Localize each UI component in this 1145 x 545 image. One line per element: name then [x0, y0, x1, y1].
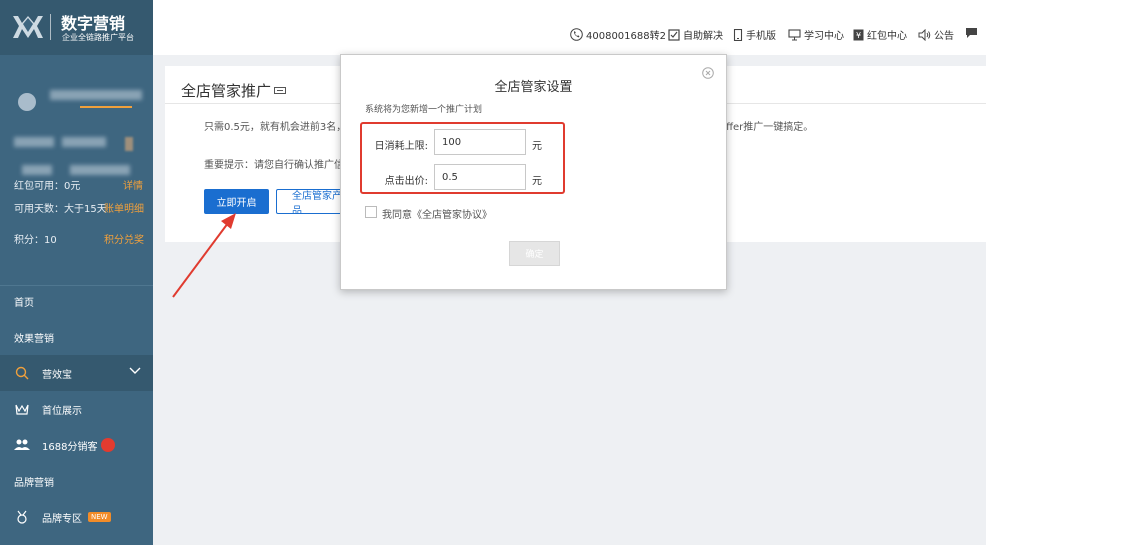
app-root: { "brand": { "title": "数字营销", "subtitle"… — [0, 0, 1145, 545]
sidebar-item-effect-marketing[interactable]: 效果营销 — [0, 319, 153, 355]
mobile-icon — [733, 28, 743, 41]
points-label: 积分：10 — [14, 235, 57, 246]
sidebar-item-distributor[interactable]: 1688分销客 — [0, 427, 153, 463]
sidebar: 数字营销 企业全链路推广平台 红包可用：0元 详情 可用天数：大于15天 账单明… — [0, 0, 153, 545]
avatar[interactable] — [18, 93, 36, 111]
topbar-item-label: 学习中心 — [804, 31, 844, 42]
available-days: 可用天数：大于15天 — [14, 204, 107, 215]
bill-detail-link[interactable]: 账单明细 — [104, 200, 144, 215]
daily-limit-input[interactable] — [434, 129, 526, 155]
topbar-red-packet[interactable]: ¥ 红包中心 — [853, 27, 907, 42]
sidebar-item-label: 效果营销 — [14, 333, 54, 345]
blurred-info — [62, 137, 106, 147]
red-packet-balance: 红包可用：0元 — [14, 181, 81, 192]
topbar-item-label: 手机版 — [746, 31, 776, 42]
sidebar-item-label: 首位展示 — [42, 405, 82, 417]
bid-label: 点击出价: — [384, 176, 428, 187]
panel-description: 只需0.5元，就有机会进前3名，无 — [204, 122, 357, 133]
sidebar-item-home[interactable]: 首页 — [0, 283, 153, 319]
brand-logo-icon — [13, 16, 43, 38]
topbar-mobile[interactable]: 手机版 — [733, 27, 776, 42]
page-title: 全店管家推广 — [181, 82, 272, 100]
blurred-info — [70, 165, 130, 175]
users-icon — [14, 438, 30, 452]
topbar-item-label: 公告 — [934, 31, 954, 42]
sidebar-item-yingxiaobao[interactable]: 营效宝 — [0, 355, 153, 391]
svg-text:¥: ¥ — [856, 31, 861, 40]
topbar-item-label: 红包中心 — [867, 31, 907, 42]
sidebar-item-label: 品牌专区 — [42, 513, 82, 525]
panel-description-end: offer推广一键搞定。 — [720, 122, 814, 133]
new-badge: NEW — [88, 512, 111, 522]
redpacket-icon: ¥ — [853, 29, 864, 40]
blurred-username — [50, 90, 142, 100]
red-packet-detail-link[interactable]: 详情 — [123, 177, 143, 192]
brand-icon — [14, 510, 30, 524]
brand-subtitle: 企业全链路推广平台 — [62, 33, 134, 42]
topbar-learning[interactable]: 学习中心 — [788, 27, 844, 42]
checkbox-icon — [668, 28, 680, 41]
settings-dialog: 全店管家设置 系统将为您新增一个推广计划 日消耗上限: 元 点击出价: 元 我同… — [340, 54, 727, 290]
topbar-chat[interactable] — [965, 27, 981, 39]
sidebar-item-label: 首页 — [14, 297, 34, 309]
logo-divider — [50, 14, 51, 40]
confirm-button[interactable]: 确定 — [509, 241, 560, 266]
search-icon — [14, 366, 30, 380]
monitor-icon — [788, 28, 801, 40]
blurred-info — [22, 165, 52, 175]
topbar-announcement[interactable]: 公告 — [918, 27, 954, 42]
hotline-number: 4008001688转2 — [586, 31, 666, 42]
brand-title: 数字营销 — [61, 14, 126, 33]
dialog-note: 系统将为您新增一个推广计划 — [365, 105, 483, 115]
blurred-info — [125, 137, 133, 151]
bid-input[interactable] — [434, 164, 526, 190]
logo-area[interactable]: 数字营销 企业全链路推广平台 — [0, 0, 153, 55]
panel-notice: 重要提示：请您自行确认推广信息 — [204, 160, 354, 171]
sidebar-item-brand-zone[interactable]: 品牌专区 NEW — [0, 499, 153, 535]
phone-icon — [570, 28, 583, 41]
sidebar-item-top-display[interactable]: 首位展示 — [0, 391, 153, 427]
sidebar-item-label: 1688分销客 — [42, 441, 98, 453]
agree-text[interactable]: 我同意《全店管家协议》 — [382, 206, 492, 221]
hotline[interactable]: 4008001688转2 — [570, 27, 666, 42]
level-bar — [80, 106, 132, 108]
speaker-icon — [918, 28, 931, 41]
agree-checkbox[interactable] — [365, 206, 377, 218]
flag-icon — [274, 87, 286, 94]
account-panel: 红包可用：0元 详情 可用天数：大于15天 账单明细 积分：10 积分兑奖 — [0, 55, 153, 285]
topbar-item-label: 自助解决 — [683, 31, 723, 42]
daily-limit-label: 日消耗上限: — [374, 141, 428, 152]
hot-badge-icon — [101, 438, 116, 452]
annotation-arrow-icon — [172, 213, 236, 298]
points-redeem-link[interactable]: 积分兑奖 — [104, 231, 144, 246]
product-intro-button[interactable]: 全店管家产品 — [276, 189, 346, 214]
crown-icon — [14, 402, 30, 416]
daily-limit-unit: 元 — [532, 141, 542, 152]
topbar-self-service[interactable]: 自助解决 — [668, 27, 723, 42]
sidebar-item-label: 品牌营销 — [14, 477, 54, 489]
dialog-title: 全店管家设置 — [494, 80, 573, 95]
blurred-info — [14, 137, 54, 147]
bid-unit: 元 — [532, 176, 542, 187]
chevron-down-icon[interactable] — [129, 367, 141, 375]
sidebar-item-brand-marketing[interactable]: 品牌营销 — [0, 463, 153, 499]
sidebar-item-label: 营效宝 — [42, 369, 72, 381]
chat-icon — [966, 28, 977, 38]
